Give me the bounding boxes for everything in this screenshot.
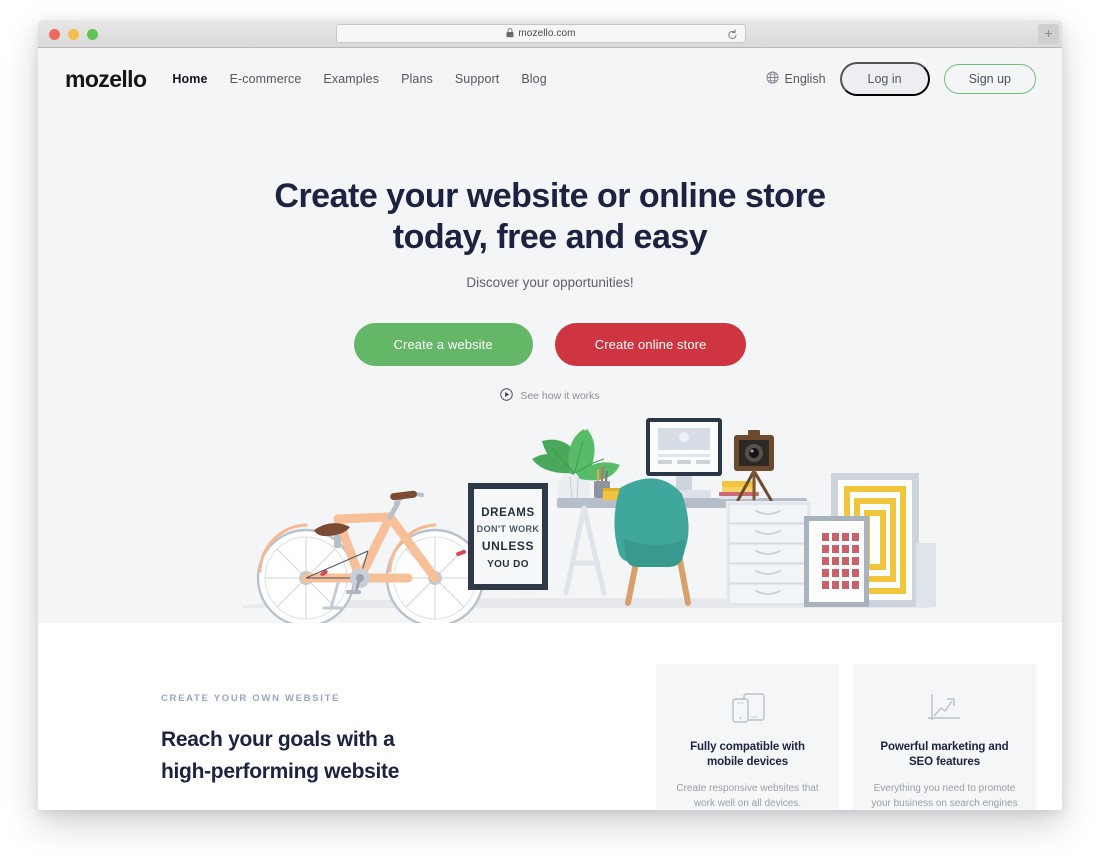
- traffic-lights: [49, 29, 98, 40]
- hero-illustration: DREAMS DON'T WORK UNLESS YOU DO: [38, 393, 1062, 628]
- language-label: English: [784, 72, 826, 86]
- create-website-button[interactable]: Create a website: [353, 323, 533, 366]
- features-title: Reach your goals with a high-performing …: [161, 724, 585, 788]
- desk-chair: [614, 478, 691, 606]
- header-actions: English Log in Sign up: [765, 62, 1036, 96]
- drawer-unit: [726, 501, 811, 606]
- globe-icon: [765, 71, 779, 87]
- hero-subtitle: Discover your opportunities!: [466, 275, 634, 290]
- grey-framed-art: [916, 543, 936, 607]
- signup-button[interactable]: Sign up: [943, 64, 1036, 94]
- maximize-window-button[interactable]: [87, 29, 98, 40]
- svg-text:YOU DO: YOU DO: [487, 559, 529, 570]
- feature-card-mobile-text: Create responsive websites that work wel…: [676, 783, 819, 809]
- create-online-store-button[interactable]: Create online store: [554, 323, 747, 366]
- nav-item-examples[interactable]: Examples: [323, 72, 379, 86]
- feature-card-seo-text: Everything you need to promote your busi…: [871, 783, 1018, 809]
- main-navigation: Home E-commerce Examples Plans Support B…: [172, 72, 546, 86]
- nav-item-plans[interactable]: Plans: [401, 72, 433, 86]
- site-header: mozello Home E-commerce Examples Plans S…: [38, 48, 1062, 110]
- nav-item-ecommerce[interactable]: E-commerce: [230, 72, 302, 86]
- browser-window: mozello.com + mozello Home E-commerce Ex…: [38, 20, 1062, 810]
- page-content: mozello Home E-commerce Examples Plans S…: [38, 48, 1062, 810]
- feature-card-mobile[interactable]: Fully compatible with mobile devices Cre…: [656, 664, 839, 810]
- hero-cta-group: Create a website Create online store: [38, 323, 1062, 366]
- features-section: CREATE YOUR OWN WEBSITE Reach your goals…: [38, 623, 1062, 810]
- feature-title-line-1: Fully compatible with: [690, 741, 805, 753]
- svg-text:DON'T WORK: DON'T WORK: [477, 524, 540, 534]
- feature-title-line-2: mobile devices: [706, 756, 789, 768]
- site-logo[interactable]: mozello: [65, 66, 147, 93]
- feature-card-mobile-title: Fully compatible with mobile devices: [672, 740, 823, 770]
- minimize-window-button[interactable]: [68, 29, 79, 40]
- feature-cards: Fully compatible with mobile devices Cre…: [656, 645, 1036, 810]
- hero-title-line-2: today, free and easy: [392, 218, 708, 256]
- close-window-button[interactable]: [49, 29, 60, 40]
- feature-card-seo-title: Powerful marketing and SEO features: [869, 740, 1020, 770]
- url-text: mozello.com: [518, 28, 576, 39]
- feature-title-line-2: SEO features: [908, 756, 981, 768]
- feature-card-seo[interactable]: Powerful marketing and SEO features Ever…: [853, 664, 1036, 810]
- features-intro: CREATE YOUR OWN WEBSITE Reach your goals…: [65, 645, 585, 810]
- browser-chrome: mozello.com +: [38, 20, 1062, 48]
- nav-item-home[interactable]: Home: [172, 72, 207, 86]
- growth-chart-icon: [869, 688, 1020, 730]
- hero-section: mozello Home E-commerce Examples Plans S…: [38, 48, 1062, 628]
- features-eyebrow: CREATE YOUR OWN WEBSITE: [161, 693, 341, 704]
- url-bar[interactable]: mozello.com: [336, 24, 746, 43]
- hero-title: Create your website or online store toda…: [38, 176, 1062, 258]
- hero-title-line-1: Create your website or online store: [274, 177, 826, 215]
- dreams-poster: DREAMS DON'T WORK UNLESS YOU DO: [468, 483, 548, 590]
- feature-title-line-1: Powerful marketing and: [880, 741, 1009, 753]
- login-button[interactable]: Log in: [839, 62, 930, 96]
- nav-item-blog[interactable]: Blog: [521, 72, 546, 86]
- features-title-line-1: Reach your goals with a: [161, 728, 395, 751]
- new-tab-button[interactable]: +: [1038, 24, 1059, 44]
- reload-icon[interactable]: [727, 28, 738, 46]
- language-selector[interactable]: English: [765, 71, 826, 87]
- lock-icon: [506, 25, 514, 43]
- mobile-devices-icon: [672, 688, 823, 730]
- nav-item-support[interactable]: Support: [455, 72, 499, 86]
- svg-text:UNLESS: UNLESS: [482, 539, 534, 553]
- dotted-framed-art: [804, 516, 869, 607]
- svg-text:DREAMS: DREAMS: [481, 507, 534, 519]
- hero-copy: Create your website or online store toda…: [38, 110, 1062, 404]
- features-title-line-2: high-performing website: [161, 760, 400, 783]
